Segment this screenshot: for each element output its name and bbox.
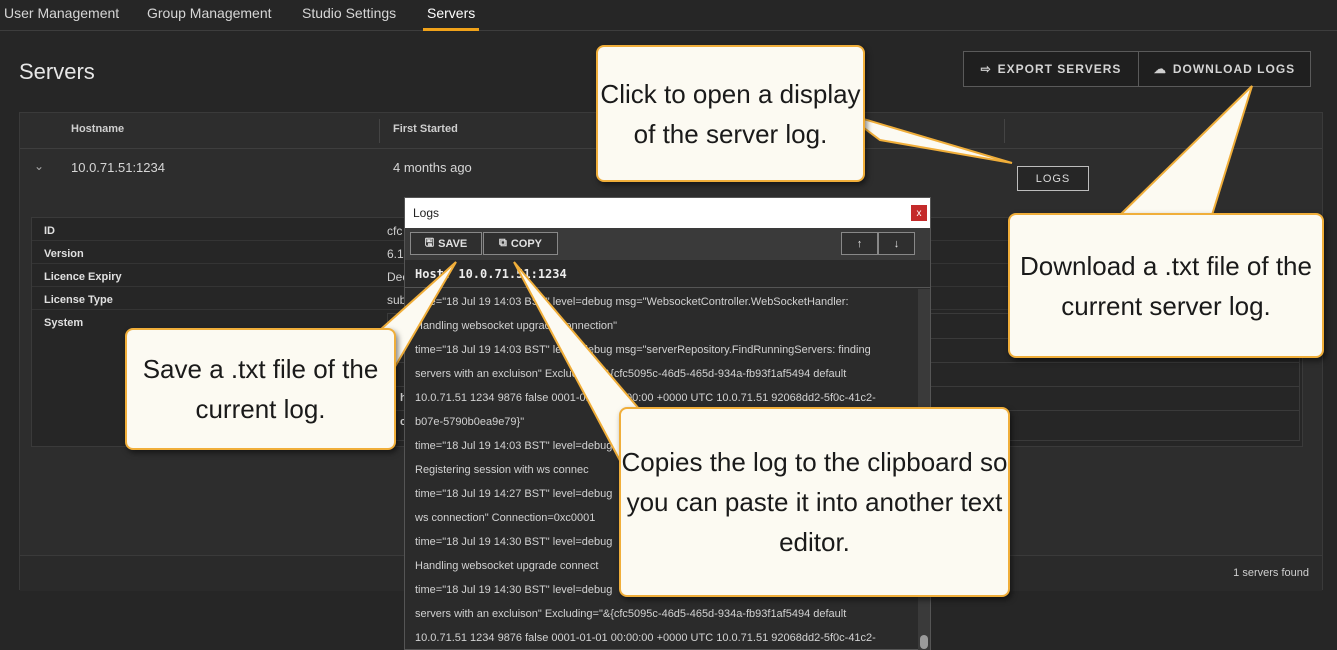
column-hostname[interactable]: Hostname [71, 123, 124, 135]
chevron-down-icon[interactable]: ⌄ [34, 159, 44, 173]
log-line: time="18 Jul 19 14:03 BST" level=debug [415, 440, 613, 452]
tab-servers[interactable]: Servers [422, 5, 480, 31]
log-line: time="18 Jul 19 14:27 BST" level=debug [415, 488, 613, 500]
export-servers-button[interactable]: ⇨ EXPORT SERVERS [963, 51, 1139, 87]
top-nav: User Management Group Management Studio … [0, 0, 1337, 31]
column-divider [1004, 119, 1005, 143]
detail-label-licence-expiry: Licence Expiry [44, 271, 122, 283]
page-toolbar: ⇨ EXPORT SERVERS ☁ DOWNLOAD LOGS [963, 51, 1311, 87]
hostname-cell: 10.0.71.51:1234 [71, 160, 165, 175]
log-line: time="18 Jul 19 14:30 BST" level=debug [415, 584, 613, 596]
callout-download: Download a .txt file of the current serv… [1008, 213, 1324, 358]
column-divider [379, 119, 380, 143]
tab-group-management[interactable]: Group Management [147, 5, 272, 31]
host-label: Host: 10.0.71.51:1234 [415, 267, 567, 281]
log-line: time="18 Jul 19 14:03 BST" level=debug m… [415, 296, 849, 308]
detail-label-system: System [44, 317, 84, 329]
callout-open-log: Click to open a display of the server lo… [596, 45, 865, 182]
export-servers-label: EXPORT SERVERS [997, 62, 1122, 76]
tab-user-management[interactable]: User Management [4, 5, 119, 31]
callout-copy: Copies the log to the clipboard so you c… [619, 407, 1010, 597]
save-icon: 🖫 [424, 237, 435, 249]
download-logs-button[interactable]: ☁ DOWNLOAD LOGS [1139, 51, 1311, 87]
tab-studio-settings[interactable]: Studio Settings [302, 5, 396, 31]
detail-label-id: ID [44, 225, 55, 237]
save-button[interactable]: 🖫 SAVE [410, 232, 482, 255]
log-line: ws connection" Connection=0xc0001 [415, 512, 596, 524]
copy-icon: ⧉ [498, 237, 507, 249]
detail-label-license-type: License Type [44, 294, 113, 306]
scroll-down-button[interactable]: ↓ [878, 232, 915, 255]
dialog-title: Logs [413, 206, 440, 220]
export-icon: ⇨ [980, 62, 992, 76]
log-line: 10.0.71.51 1234 9876 false 0001-01-01 00… [415, 632, 876, 644]
host-line: Host: 10.0.71.51:1234 [405, 260, 930, 288]
log-line: Registering session with ws connec [415, 464, 589, 476]
cloud-download-icon: ☁ [1153, 62, 1167, 76]
dialog-titlebar[interactable]: Logs x [405, 198, 930, 228]
log-line: Handling websocket upgrade connection" [415, 320, 618, 332]
log-line: Handling websocket upgrade connect [415, 560, 599, 572]
dialog-toolbar: 🖫 SAVE ⧉ COPY ↑ ↓ [405, 228, 930, 260]
logs-button[interactable]: LOGS [1017, 166, 1089, 191]
log-line: time="18 Jul 19 14:03 BST" level=debug m… [415, 344, 871, 356]
copy-label: COPY [510, 237, 543, 250]
page-title: Servers [19, 59, 95, 84]
copy-button[interactable]: ⧉ COPY [483, 232, 558, 255]
column-first-started[interactable]: First Started [393, 123, 458, 135]
close-icon[interactable]: x [911, 205, 927, 221]
log-line: b07e-5790b0ea9e79}" [415, 416, 525, 428]
log-line: servers with an excluison" Excluding="&{… [415, 608, 847, 620]
log-line: 10.0.71.51 1234 9876 false 0001-01-01 00… [415, 392, 876, 404]
log-line: servers with an excluison" Excluding="&{… [415, 368, 847, 380]
scrollbar-thumb[interactable] [920, 635, 928, 649]
servers-count: 1 servers found [1233, 567, 1309, 579]
first-started-cell: 4 months ago [393, 160, 472, 175]
callout-save: Save a .txt file of the current log. [125, 328, 396, 450]
log-line: time="18 Jul 19 14:30 BST" level=debug [415, 536, 613, 548]
download-logs-label: DOWNLOAD LOGS [1172, 62, 1296, 76]
detail-label-version: Version [44, 248, 84, 260]
save-label: SAVE [438, 237, 468, 250]
scroll-up-button[interactable]: ↑ [841, 232, 878, 255]
detail-value-id: cfc [387, 224, 403, 238]
